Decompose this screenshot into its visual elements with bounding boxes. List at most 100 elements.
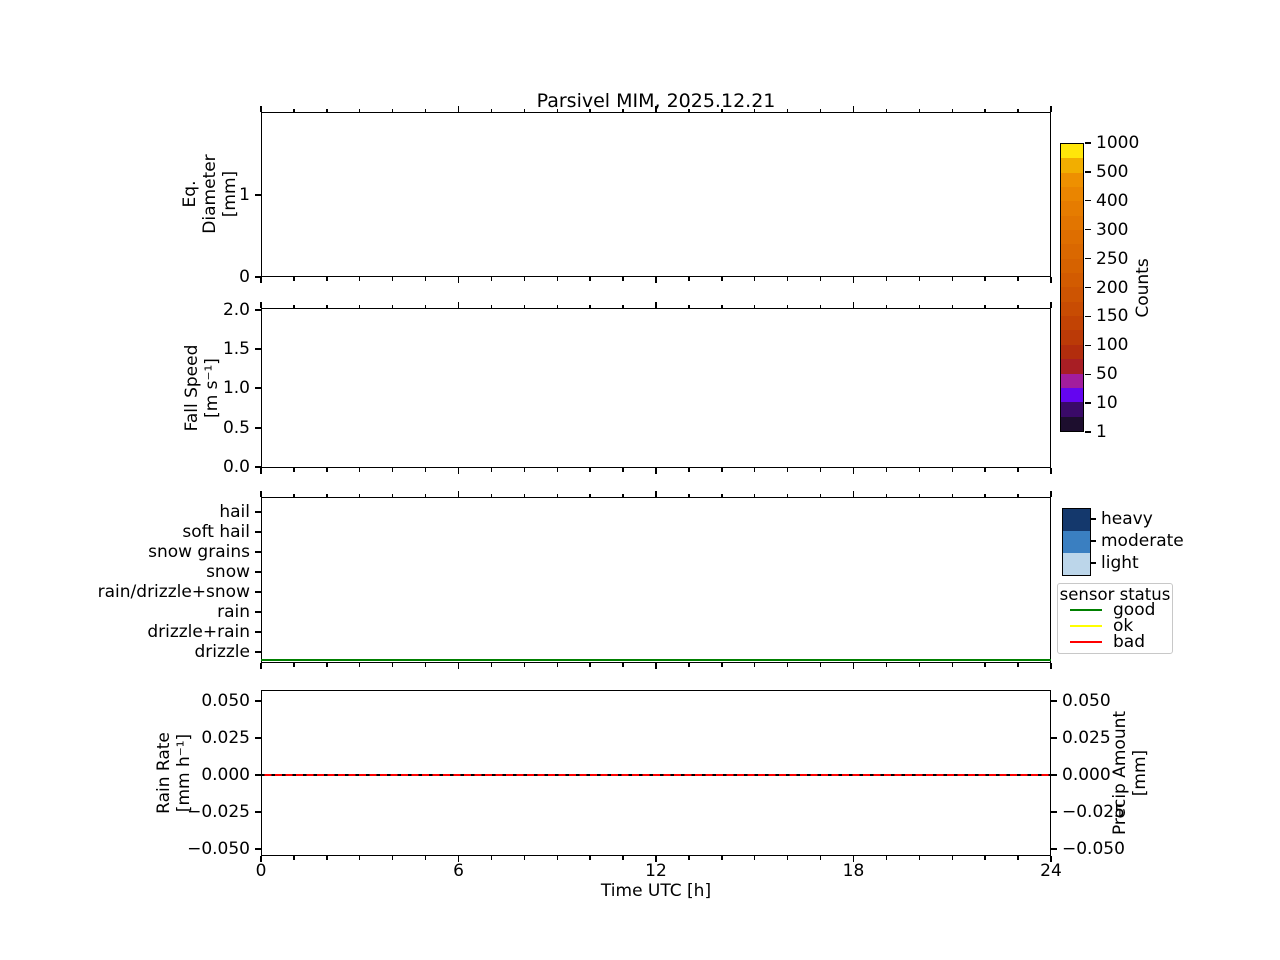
y-tick xyxy=(1051,774,1057,776)
y-tick-label: drizzle xyxy=(194,642,250,662)
x-tick xyxy=(754,663,756,667)
colorbar-tick xyxy=(1085,257,1091,260)
x-tick xyxy=(1050,277,1052,283)
intensity-patch-moderate xyxy=(1063,531,1090,553)
x-tick xyxy=(852,468,855,474)
x-tick xyxy=(819,663,822,667)
y-tick-label: rain/drizzle+snow xyxy=(97,582,250,602)
x-tick xyxy=(589,493,591,497)
colorbar-tick xyxy=(1085,286,1091,289)
x-tick xyxy=(655,106,657,112)
x-tick xyxy=(523,663,526,667)
x-tick xyxy=(556,277,558,281)
x-tick xyxy=(589,304,591,308)
x-tick xyxy=(951,493,953,497)
y-tick xyxy=(255,551,261,553)
x-tick xyxy=(391,856,394,860)
x-tick xyxy=(326,468,328,472)
x-tick xyxy=(721,468,723,472)
y-tick xyxy=(255,591,261,593)
x-tick xyxy=(1017,277,1019,281)
colorbar-segment xyxy=(1061,287,1083,302)
y-tick-label: −0.050 xyxy=(187,839,250,859)
x-tick xyxy=(457,663,460,669)
colorbar-segment xyxy=(1061,416,1083,431)
panel-weather-code xyxy=(261,497,1051,663)
colorbar-segment xyxy=(1061,301,1083,317)
x-tick xyxy=(721,108,723,112)
x-tick xyxy=(819,277,822,281)
y-tick xyxy=(255,651,261,653)
x-tick xyxy=(556,493,558,497)
y-tick xyxy=(255,194,261,196)
x-tick xyxy=(260,277,262,283)
x-tick xyxy=(819,468,822,472)
x-tick xyxy=(951,663,953,667)
x-tick xyxy=(688,304,690,308)
x-tick xyxy=(688,277,690,281)
x-tick xyxy=(260,491,262,497)
x-tick xyxy=(589,277,591,281)
colorbar-label: Counts xyxy=(1133,258,1153,318)
x-tick xyxy=(359,304,361,308)
x-tick xyxy=(260,468,262,474)
colorbar-tick xyxy=(1085,229,1091,231)
x-tick xyxy=(885,493,888,497)
x-tick xyxy=(885,856,888,860)
x-tick xyxy=(457,106,460,112)
parsivel-figure: Parsivel MIM, 2025.12.21 Eq. Diameter [m… xyxy=(0,0,1280,960)
x-tick xyxy=(655,277,657,283)
x-tick xyxy=(424,493,427,497)
y-tick-label: snow grains xyxy=(148,542,250,562)
x-tick-label: 0 xyxy=(255,861,267,881)
colorbar-tick xyxy=(1085,142,1091,144)
x-tick xyxy=(1017,304,1019,308)
x-tick xyxy=(490,663,493,667)
colorbar-tick xyxy=(1085,431,1091,433)
legend-line-good xyxy=(1070,608,1102,612)
colorbar-tick xyxy=(1085,373,1091,375)
colorbar-segment xyxy=(1061,172,1083,188)
x-tick xyxy=(1050,663,1052,669)
y-tick-label: soft hail xyxy=(182,522,250,542)
x-tick xyxy=(391,277,394,281)
x-tick xyxy=(523,277,526,281)
colorbar-segment xyxy=(1061,201,1083,216)
intensity-tick xyxy=(1090,540,1096,542)
x-tick xyxy=(326,493,328,497)
y-tick xyxy=(255,848,261,850)
x-tick xyxy=(424,663,427,667)
x-tick xyxy=(885,304,888,308)
colorbar-tick xyxy=(1085,402,1091,404)
y-tick xyxy=(255,737,261,739)
colorbar-tick-label: 100 xyxy=(1096,335,1129,356)
x-tick xyxy=(786,856,789,860)
x-tick xyxy=(359,663,361,667)
x-tick xyxy=(326,304,328,308)
x-tick xyxy=(326,277,328,281)
colorbar-segment xyxy=(1061,215,1083,231)
x-tick xyxy=(457,468,460,474)
y-tick xyxy=(255,571,261,573)
x-tick xyxy=(852,106,855,112)
x-tick xyxy=(951,856,953,860)
x-tick xyxy=(688,663,690,667)
intensity-label-light: light xyxy=(1101,553,1139,573)
x-tick xyxy=(391,493,394,497)
y-tick xyxy=(255,348,261,350)
colorbar-tick-label: 300 xyxy=(1096,219,1129,240)
x-tick xyxy=(622,493,624,497)
x-tick xyxy=(622,304,624,308)
x-tick xyxy=(523,468,526,472)
y-tick xyxy=(255,511,261,513)
x-tick xyxy=(754,277,756,281)
intensity-label-moderate: moderate xyxy=(1101,531,1184,551)
x-tick xyxy=(754,493,756,497)
colorbar-segment xyxy=(1061,330,1083,345)
colorbar-tick xyxy=(1085,200,1091,202)
y-tick-label: 0 xyxy=(239,267,250,287)
x-tick xyxy=(918,468,921,472)
y-tick xyxy=(255,700,261,702)
x-tick xyxy=(589,663,591,667)
x-tick xyxy=(556,468,558,472)
